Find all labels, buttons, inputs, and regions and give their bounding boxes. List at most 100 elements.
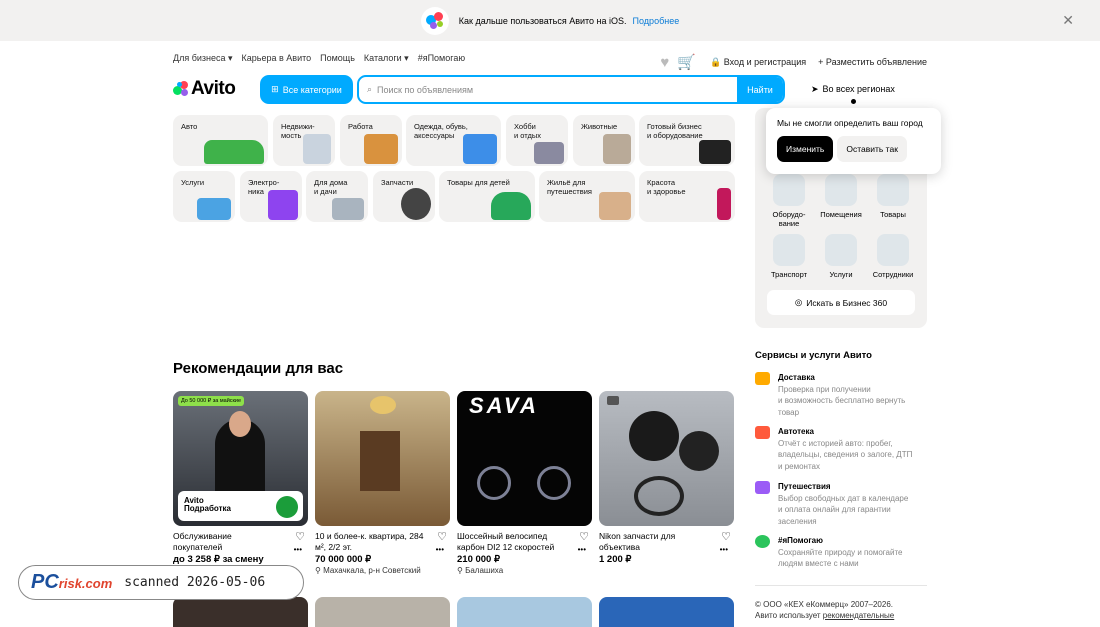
nav-help[interactable]: Помощь (320, 53, 355, 64)
listing-image[interactable] (599, 597, 734, 627)
listing-card[interactable]: 10 и более-к. квартира, 284 м², 2/2 эт. … (315, 391, 450, 575)
listing-image[interactable] (315, 391, 450, 526)
house-icon (755, 481, 770, 494)
biz-staff[interactable]: Сотрудники (867, 234, 919, 279)
listing-card[interactable]: Nikon запчасти для объектива 1 200 ₽ ♡ •… (599, 391, 734, 565)
listing-location: ⚲ Махачкала, р-н Советский (315, 566, 421, 575)
post-ad-link[interactable]: + Разместить объявление (818, 57, 927, 67)
scan-date: scanned 2026-05-06 (124, 575, 266, 590)
ring-shape (634, 476, 684, 516)
nav-career[interactable]: Карьера в Авито (242, 53, 312, 64)
listing-image[interactable] (457, 597, 592, 627)
more-options-icon[interactable]: ••• (294, 545, 302, 554)
building-icon (303, 134, 331, 164)
premises-icon (825, 174, 857, 206)
truck-icon (773, 234, 805, 266)
category-hobby[interactable]: Хобби и отдых (506, 115, 568, 166)
copyright: © ООО «КЕХ еКоммерц» 2007–2026. (755, 600, 893, 609)
heart-icon[interactable]: ♥ (660, 54, 669, 71)
biz-services[interactable]: Услуги (815, 234, 867, 279)
category-animals[interactable]: Животные (573, 115, 635, 166)
biz-equipment[interactable]: Оборудо- вание (763, 174, 815, 228)
sneaker-icon (534, 142, 564, 164)
listing-location: ⚲ Балашиха (457, 566, 504, 575)
favorite-heart-icon[interactable]: ♡ (437, 530, 447, 543)
services-title: Сервисы и услуги Авито (755, 350, 872, 361)
target-icon: ◎ (794, 297, 803, 307)
banner-link[interactable]: Подробнее (633, 16, 680, 26)
service-travel[interactable]: Путешествия Выбор свободных дат в календ… (755, 481, 925, 527)
cat-icon (603, 134, 631, 164)
nav-ihelp[interactable]: #яПомогаю (418, 53, 465, 64)
more-options-icon[interactable]: ••• (720, 545, 728, 554)
service-delivery[interactable]: Доставка Проверка при получении и возмож… (755, 372, 925, 418)
listing-image[interactable] (173, 597, 308, 627)
listing-card[interactable]: SAVA Шоссейный велосипед карбон DI2 12 с… (457, 391, 592, 575)
lipstick-icon (717, 188, 731, 220)
category-kids[interactable]: Товары для детей (439, 171, 535, 222)
search-button[interactable]: Найти (737, 77, 783, 102)
services-icon (825, 234, 857, 266)
keep-city-button[interactable]: Оставить так (837, 136, 907, 162)
recommendations-title: Рекомендации для вас (173, 360, 344, 377)
category-travel[interactable]: Жильё для путешествия (539, 171, 635, 222)
category-services[interactable]: Услуги (173, 171, 235, 222)
category-home[interactable]: Для дома и дачи (306, 171, 368, 222)
search-input[interactable]: ⌕ Поиск по объявлениям (359, 84, 737, 95)
search-icon: ⌕ (367, 84, 373, 94)
listing-image[interactable]: До 50 000 ₽ за майские Avito Подработка (173, 391, 308, 526)
promo-badge: До 50 000 ₽ за майские (178, 396, 245, 406)
listing-title[interactable]: 10 и более-к. квартира, 284 м², 2/2 эт. (315, 531, 425, 553)
region-selector[interactable]: ➤ Во всех регионах (811, 84, 895, 95)
category-parts[interactable]: Запчасти (373, 171, 435, 222)
more-options-icon[interactable]: ••• (436, 545, 444, 554)
top-nav: Для бизнеса ▾ Карьера в Авито Помощь Кат… (173, 53, 465, 64)
service-ihelp[interactable]: #яПомогаю Сохраняйте природу и помогайте… (755, 535, 925, 570)
more-options-icon[interactable]: ••• (578, 545, 586, 554)
listing-price: до 3 258 ₽ за смену (173, 554, 264, 565)
category-clothes[interactable]: Одежда, обувь, аксессуары (406, 115, 501, 166)
listing-title[interactable]: Nikon запчасти для объектива (599, 531, 709, 553)
listing-title[interactable]: Обслуживание покупателей (173, 531, 283, 553)
biz-premises[interactable]: Помещения (815, 174, 867, 219)
favorite-heart-icon[interactable]: ♡ (295, 530, 305, 543)
category-auto[interactable]: Авто (173, 115, 268, 166)
listing-title[interactable]: Шоссейный велосипед карбон DI2 12 скорос… (457, 531, 567, 553)
login-link[interactable]: 🔒 Вход и регистрация (710, 57, 806, 68)
category-work[interactable]: Работа (340, 115, 402, 166)
listing-card[interactable]: До 50 000 ₽ за майские Avito Подработка … (173, 391, 308, 565)
sava-logo: SAVA (469, 393, 539, 418)
favorite-heart-icon[interactable]: ♡ (721, 530, 731, 543)
tire-icon (401, 188, 431, 220)
nav-catalogs[interactable]: Каталоги ▾ (364, 53, 409, 64)
service-autoteka[interactable]: Автотека Отчёт с историей авто: пробег, … (755, 426, 925, 472)
biz-transport[interactable]: Транспорт (763, 234, 815, 279)
category-business[interactable]: Готовый бизнес и оборудование (639, 115, 735, 166)
listing-image[interactable] (315, 597, 450, 627)
goods-icon (877, 174, 909, 206)
grid-icon: ⊞ (271, 84, 279, 94)
nav-business[interactable]: Для бизнеса ▾ (173, 53, 233, 64)
listing-image[interactable] (599, 391, 734, 526)
staff-icon (877, 234, 909, 266)
avito-logo[interactable]: Avito (173, 78, 236, 100)
favorite-heart-icon[interactable]: ♡ (579, 530, 589, 543)
pcrisk-logo: PCrisk.com (31, 571, 113, 593)
category-realty[interactable]: Недвижи- мость (273, 115, 335, 166)
footer-note: Авито использует рекомендательные (755, 611, 895, 620)
business-360-button[interactable]: ◎ Искать в Бизнес 360 (767, 290, 915, 315)
roller-icon (197, 198, 231, 220)
listing-image[interactable]: SAVA (457, 391, 592, 526)
category-beauty[interactable]: Красота и здоровье (639, 171, 735, 222)
cart-icon[interactable]: 🛒 (677, 53, 696, 71)
category-electronics[interactable]: Электро- ника (240, 171, 302, 222)
doorway-shape (360, 431, 400, 491)
popup-text: Мы не смогли определить ваш город (777, 118, 923, 128)
all-categories-button[interactable]: ⊞ Все категории (260, 75, 353, 104)
phone-icon (268, 190, 298, 220)
close-icon[interactable]: ✕ (1062, 12, 1074, 29)
city-popup: Мы не смогли определить ваш город Измени… (766, 108, 941, 174)
heart-icon (755, 535, 770, 548)
biz-goods[interactable]: Товары (867, 174, 919, 219)
change-city-button[interactable]: Изменить (777, 136, 834, 162)
